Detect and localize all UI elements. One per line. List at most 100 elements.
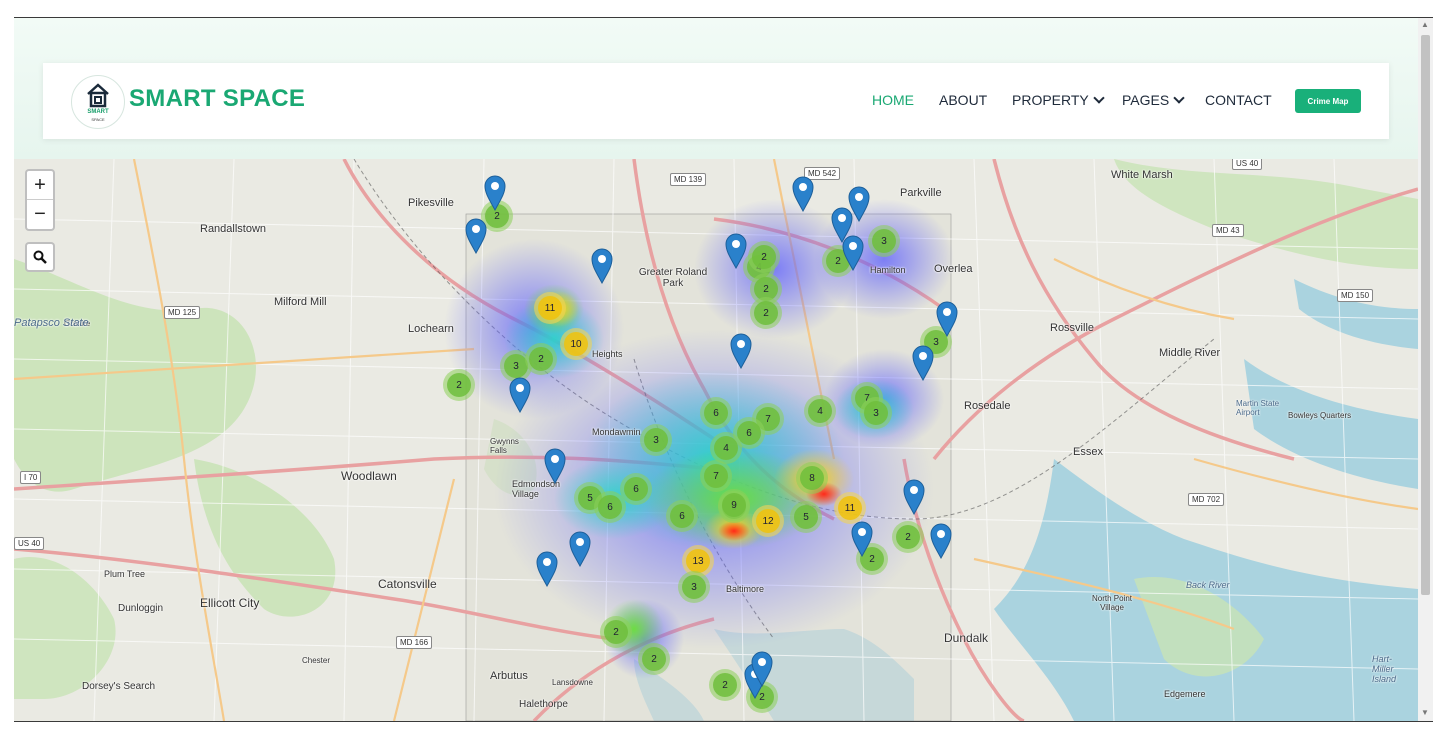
cluster-count: 6 [624, 477, 648, 501]
nav-about[interactable]: ABOUT [939, 92, 987, 108]
cluster-marker[interactable]: 3 [868, 225, 900, 257]
place-plum-tree: Plum Tree [104, 569, 146, 579]
route-shield: MD 43 [1212, 224, 1244, 237]
place-milford-mill: Milford Mill [274, 296, 327, 308]
place-north-point-village: North Point Village [1091, 594, 1133, 612]
cluster-marker[interactable]: 4 [804, 395, 836, 427]
cluster-marker[interactable]: 6 [666, 500, 698, 532]
place-lochearn: Lochearn [408, 323, 454, 335]
cluster-marker[interactable]: 10 [560, 328, 592, 360]
route-shield: MD 702 [1188, 493, 1225, 506]
map-marker-icon[interactable] [591, 248, 613, 285]
cluster-marker[interactable]: 2 [892, 521, 924, 553]
cluster-count: 6 [670, 504, 694, 528]
map-marker-icon[interactable] [484, 175, 506, 212]
place-patapsco-state: Patapsco State [14, 317, 89, 329]
map-marker-icon[interactable] [912, 345, 934, 382]
map-marker-icon[interactable] [569, 531, 591, 568]
scrollbar-thumb[interactable] [1421, 35, 1430, 595]
page-scrollbar[interactable]: ▲ ▼ [1418, 18, 1433, 721]
cluster-marker[interactable]: 2 [600, 616, 632, 648]
place-overlea: Overlea [934, 263, 973, 275]
cluster-marker[interactable]: 3 [640, 424, 672, 456]
map-marker-icon[interactable] [903, 479, 925, 516]
cluster-count: 13 [686, 549, 710, 573]
nav-pages[interactable]: PAGES [1122, 92, 1185, 108]
map-marker-icon[interactable] [536, 551, 558, 588]
cluster-count: 12 [756, 509, 780, 533]
cluster-marker[interactable]: 11 [834, 492, 866, 524]
map-marker-icon[interactable] [730, 333, 752, 370]
place-essex: Essex [1073, 446, 1103, 458]
house-logo-icon [87, 83, 109, 108]
route-shield: MD 139 [670, 173, 707, 186]
map-marker-icon[interactable] [751, 651, 773, 688]
logo[interactable]: SMART SPACE [71, 75, 125, 129]
cluster-marker[interactable]: 3 [678, 571, 710, 603]
route-shield: I 70 [20, 471, 42, 484]
cluster-count: 7 [704, 464, 728, 488]
route-shield: MD 150 [1337, 289, 1374, 302]
cluster-count: 11 [538, 296, 562, 320]
map-marker-icon[interactable] [842, 235, 864, 272]
cluster-marker[interactable]: 2 [709, 669, 741, 701]
place-mondawmin: Mondawmin [592, 427, 641, 437]
cluster-marker[interactable]: 2 [638, 643, 670, 675]
cluster-marker[interactable]: 6 [700, 397, 732, 429]
cluster-marker[interactable]: 2 [443, 369, 475, 401]
place-edgemere: Edgemere [1164, 689, 1206, 699]
cluster-marker[interactable]: 3 [860, 397, 892, 429]
crime-map-button[interactable]: Crime Map [1295, 89, 1361, 113]
map-marker-icon[interactable] [725, 233, 747, 270]
place-woodlawn: Woodlawn [341, 469, 397, 483]
cluster-count: 6 [598, 495, 622, 519]
map-marker-icon[interactable] [792, 176, 814, 213]
cluster-count: 5 [794, 505, 818, 529]
place-hamilton: Hamilton [870, 265, 906, 275]
route-shield: US 40 [1232, 159, 1263, 170]
cluster-marker[interactable]: 12 [752, 505, 784, 537]
nav-property[interactable]: PROPERTY [1012, 92, 1105, 108]
map-marker-icon[interactable] [544, 448, 566, 485]
cluster-marker[interactable]: 9 [718, 489, 750, 521]
cluster-marker[interactable]: 2 [750, 297, 782, 329]
place-heights: Heights [592, 349, 623, 359]
place-dorseys-search: Dorsey's Search [82, 681, 156, 692]
cluster-marker[interactable]: 2 [748, 241, 780, 273]
cluster-count: 2 [754, 301, 778, 325]
place-rosedale: Rosedale [964, 400, 1011, 412]
zoom-in-button[interactable]: + [27, 171, 53, 200]
navbar: SMART SPACE SMART SPACE HOME ABOUT PROPE… [43, 63, 1389, 139]
map-marker-icon[interactable] [509, 377, 531, 414]
cluster-count: 4 [808, 399, 832, 423]
map-marker-icon[interactable] [930, 523, 952, 560]
place-middle-river: Middle River [1159, 347, 1221, 359]
map-marker-icon[interactable] [936, 301, 958, 338]
place-arbutus: Arbutus [490, 670, 528, 682]
place-gwynns-falls: Gwynns Falls [490, 437, 519, 455]
nav-contact[interactable]: CONTACT [1205, 92, 1272, 108]
scroll-up-arrow-icon[interactable]: ▲ [1421, 20, 1429, 29]
cluster-marker[interactable]: 6 [594, 491, 626, 523]
map-marker-icon[interactable] [465, 218, 487, 255]
map-marker-icon[interactable] [851, 521, 873, 558]
cluster-marker[interactable]: 8 [796, 462, 828, 494]
nav-home[interactable]: HOME [872, 92, 914, 108]
crime-map[interactable]: Pikesville Randallstown Milford Mill Loc… [14, 159, 1418, 721]
brand-name[interactable]: SMART SPACE [129, 85, 305, 113]
zoom-out-button[interactable]: − [27, 200, 53, 228]
cluster-marker[interactable]: 2 [525, 343, 557, 375]
cluster-count: 3 [682, 575, 706, 599]
scroll-down-arrow-icon[interactable]: ▼ [1421, 708, 1429, 717]
search-icon [33, 250, 47, 264]
place-martin-state-airport: Martin State Airport [1236, 399, 1280, 417]
place-parkville: Parkville [900, 187, 942, 199]
cluster-count: 6 [704, 401, 728, 425]
cluster-count: 2 [713, 673, 737, 697]
cluster-marker[interactable]: 11 [534, 292, 566, 324]
map-search-button[interactable] [25, 242, 55, 272]
cluster-marker[interactable]: 7 [700, 460, 732, 492]
place-greater-roland-park: Greater Roland Park [638, 267, 708, 289]
cluster-marker[interactable]: 5 [790, 501, 822, 533]
cluster-count: 9 [722, 493, 746, 517]
